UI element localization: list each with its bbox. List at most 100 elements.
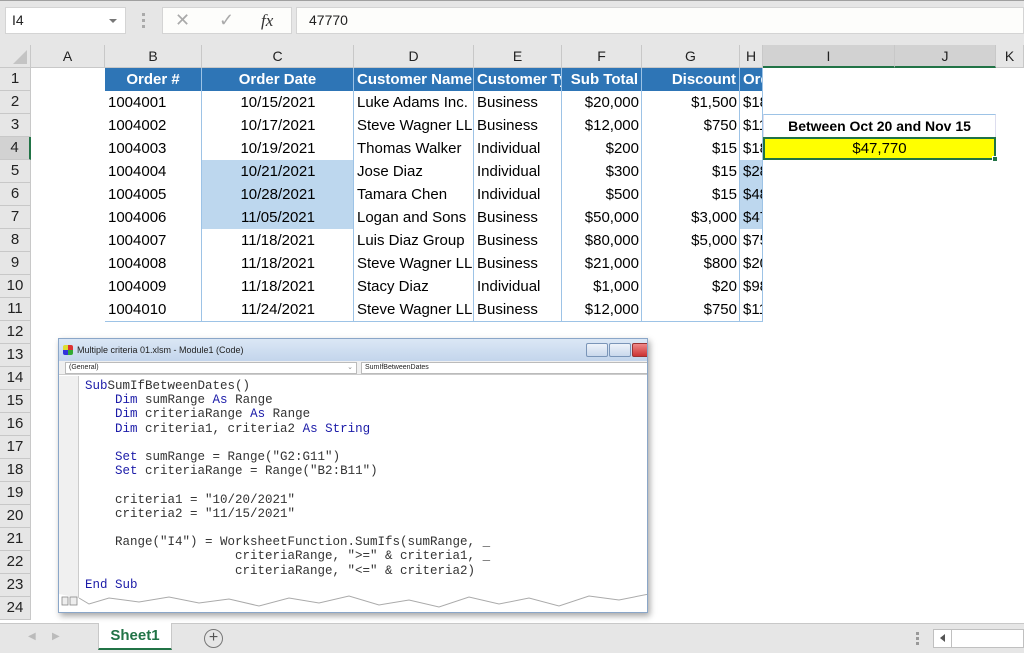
fill-handle[interactable]: [992, 156, 998, 162]
table-header-cell[interactable]: Sub Total: [562, 68, 642, 91]
table-cell[interactable]: 10/19/2021: [202, 137, 354, 160]
table-cell[interactable]: 1004002: [105, 114, 202, 137]
minimize-button[interactable]: [586, 343, 608, 357]
table-header-cell[interactable]: Order #: [105, 68, 202, 91]
procedure-view-icon[interactable]: [61, 596, 69, 606]
table-cell[interactable]: Individual: [474, 137, 562, 160]
column-header-i[interactable]: I: [763, 45, 895, 68]
table-cell[interactable]: $200: [562, 137, 642, 160]
table-cell[interactable]: 10/15/2021: [202, 91, 354, 114]
table-cell[interactable]: $800: [642, 252, 740, 275]
table-cell[interactable]: Business: [474, 229, 562, 252]
table-cell[interactable]: $75,000: [740, 229, 763, 252]
row-header-15[interactable]: 15: [0, 390, 31, 413]
row-header-16[interactable]: 16: [0, 413, 31, 436]
table-cell[interactable]: Steve Wagner LLC: [354, 252, 474, 275]
select-all-button[interactable]: [0, 45, 31, 68]
table-cell[interactable]: 11/05/2021: [202, 206, 354, 229]
column-header-f[interactable]: F: [562, 45, 642, 68]
summary-result-cell[interactable]: $47,770: [763, 137, 996, 160]
table-cell[interactable]: $80,000: [562, 229, 642, 252]
table-cell[interactable]: Business: [474, 298, 562, 321]
table-cell[interactable]: $5,000: [642, 229, 740, 252]
table-header-cell[interactable]: Customer Type: [474, 68, 562, 91]
table-cell[interactable]: 1004004: [105, 160, 202, 183]
table-cell[interactable]: 1004010: [105, 298, 202, 321]
row-header-4[interactable]: 4: [0, 137, 31, 160]
column-header-k[interactable]: K: [996, 45, 1024, 68]
column-header-h[interactable]: H: [740, 45, 763, 68]
table-cell[interactable]: Business: [474, 91, 562, 114]
table-cell[interactable]: $12,000: [562, 298, 642, 321]
table-cell[interactable]: 11/18/2021: [202, 275, 354, 298]
table-cell[interactable]: 10/17/2021: [202, 114, 354, 137]
table-cell[interactable]: Steve Wagner LLC: [354, 114, 474, 137]
row-header-21[interactable]: 21: [0, 528, 31, 551]
table-cell[interactable]: Thomas Walker: [354, 137, 474, 160]
row-header-24[interactable]: 24: [0, 597, 31, 620]
table-cell[interactable]: 1004007: [105, 229, 202, 252]
object-dropdown[interactable]: (General) ⌄: [65, 362, 357, 374]
table-cell[interactable]: $47,000: [740, 206, 763, 229]
table-cell[interactable]: $15: [642, 183, 740, 206]
table-cell[interactable]: $50,000: [562, 206, 642, 229]
row-header-12[interactable]: 12: [0, 321, 31, 344]
table-cell[interactable]: $285: [740, 160, 763, 183]
column-header-e[interactable]: E: [474, 45, 562, 68]
table-cell[interactable]: $500: [562, 183, 642, 206]
table-cell[interactable]: $20,000: [562, 91, 642, 114]
row-header-1[interactable]: 1: [0, 68, 31, 91]
row-header-20[interactable]: 20: [0, 505, 31, 528]
table-cell[interactable]: 1004006: [105, 206, 202, 229]
table-cell[interactable]: $21,000: [562, 252, 642, 275]
table-cell[interactable]: Business: [474, 252, 562, 275]
table-cell[interactable]: 1004008: [105, 252, 202, 275]
table-cell[interactable]: Individual: [474, 183, 562, 206]
close-button[interactable]: [632, 343, 647, 357]
row-header-10[interactable]: 10: [0, 275, 31, 298]
row-header-11[interactable]: 11: [0, 298, 31, 321]
table-cell[interactable]: Luke Adams Inc.: [354, 91, 474, 114]
table-cell[interactable]: $1,500: [642, 91, 740, 114]
table-cell[interactable]: $12,000: [562, 114, 642, 137]
table-cell[interactable]: Luis Diaz Group: [354, 229, 474, 252]
module-view-icon[interactable]: [69, 596, 78, 606]
table-cell[interactable]: Logan and Sons: [354, 206, 474, 229]
cancel-icon[interactable]: ✕: [175, 10, 190, 31]
row-header-3[interactable]: 3: [0, 114, 31, 137]
table-cell[interactable]: 1004005: [105, 183, 202, 206]
table-cell[interactable]: Business: [474, 206, 562, 229]
table-cell[interactable]: $750: [642, 114, 740, 137]
table-cell[interactable]: Individual: [474, 275, 562, 298]
add-sheet-icon[interactable]: +: [204, 629, 223, 648]
row-header-2[interactable]: 2: [0, 91, 31, 114]
table-cell[interactable]: $15: [642, 137, 740, 160]
chevron-down-icon[interactable]: [109, 19, 117, 23]
table-cell[interactable]: Business: [474, 114, 562, 137]
table-cell[interactable]: $18,500: [740, 91, 763, 114]
table-cell[interactable]: $750: [642, 298, 740, 321]
column-header-g[interactable]: G: [642, 45, 740, 68]
table-cell[interactable]: 1004001: [105, 91, 202, 114]
table-cell[interactable]: $3,000: [642, 206, 740, 229]
row-header-5[interactable]: 5: [0, 160, 31, 183]
table-cell[interactable]: Jose Diaz: [354, 160, 474, 183]
row-header-8[interactable]: 8: [0, 229, 31, 252]
row-header-9[interactable]: 9: [0, 252, 31, 275]
column-header-a[interactable]: A: [31, 45, 105, 68]
table-cell[interactable]: 11/18/2021: [202, 229, 354, 252]
formula-input[interactable]: 47770: [296, 7, 1024, 34]
row-header-23[interactable]: 23: [0, 574, 31, 597]
code-editor[interactable]: SubSumIfBetweenDates() Dim sumRange As R…: [85, 379, 490, 592]
scroll-tabs-left-icon[interactable]: ◀: [28, 631, 36, 642]
table-cell[interactable]: 1004003: [105, 137, 202, 160]
row-header-18[interactable]: 18: [0, 459, 31, 482]
table-cell[interactable]: $11,250: [740, 298, 763, 321]
table-header-cell[interactable]: Order Total: [740, 68, 763, 91]
table-cell[interactable]: Stacy Diaz: [354, 275, 474, 298]
table-cell[interactable]: 10/21/2021: [202, 160, 354, 183]
column-header-d[interactable]: D: [354, 45, 474, 68]
name-box[interactable]: I4: [5, 7, 126, 34]
procedure-dropdown[interactable]: SumIfBetweenDates: [361, 362, 647, 374]
scroll-tabs-right-icon[interactable]: ▶: [52, 631, 60, 642]
